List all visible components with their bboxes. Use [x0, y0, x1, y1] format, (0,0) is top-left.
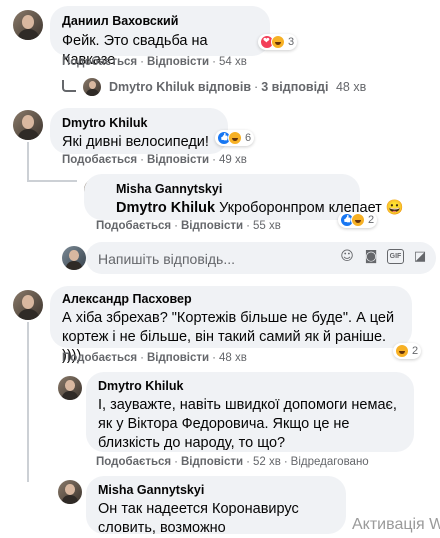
activation-watermark: Активація W — [352, 516, 440, 533]
reply-bubble: Misha Gannytskyi Dmytro Khiluk Укроборон… — [84, 174, 404, 220]
input-icons: ☺ ◙ GIF ◪ — [339, 249, 428, 265]
comment-text: Які дивні велосипеди! — [62, 134, 209, 150]
reaction-summary[interactable]: 2 — [393, 343, 422, 359]
haha-reaction-icon — [351, 213, 365, 227]
reply-action: відповів — [197, 80, 252, 94]
avatar — [62, 246, 86, 270]
reply-placeholder: Напишіть відповідь... — [98, 251, 235, 267]
avatar[interactable] — [58, 376, 82, 400]
reply-author[interactable]: Misha Gannytskyi — [116, 181, 348, 197]
avatar[interactable] — [58, 480, 82, 504]
comment-actions: Подобається · Відповісти · 49 хв — [62, 154, 247, 166]
reply-body: Укроборонпром клепает 😀 — [219, 200, 404, 216]
reply-link[interactable]: Відповісти — [181, 456, 243, 468]
timestamp[interactable]: 54 хв — [219, 56, 247, 68]
gif-icon[interactable]: GIF — [387, 249, 404, 264]
sticker-icon[interactable]: ◪ — [412, 249, 428, 265]
comment-author[interactable]: Александр Пасховер — [62, 291, 400, 307]
reply-link[interactable]: Відповісти — [147, 56, 209, 68]
reaction-count: 6 — [245, 132, 252, 144]
reply-link[interactable]: Відповісти — [147, 154, 209, 166]
avatar — [83, 78, 102, 96]
reply-input[interactable]: Напишіть відповідь... ☺ ◙ GIF ◪ — [86, 242, 436, 274]
reply-bubble: Dmytro Khiluk І, зауважте, навіть швидко… — [86, 372, 414, 452]
thread-line — [27, 180, 77, 182]
reaction-summary[interactable]: 2 — [338, 212, 378, 228]
haha-reaction-icon — [228, 131, 242, 145]
avatar[interactable] — [13, 10, 43, 40]
reply-author: Dmytro Khiluk — [108, 80, 195, 94]
reply-text: Он так надеется Коронавирус словить, воз… — [98, 501, 299, 536]
like-link[interactable]: Подобається — [96, 456, 171, 468]
comment-bubble: Даниил Ваховский Фейк. Это свадьба на Ка… — [50, 6, 270, 68]
thread-line — [27, 322, 29, 482]
like-link[interactable]: Подобається — [62, 154, 137, 166]
comment-actions: Подобається · Відповісти · 48 хв — [62, 352, 247, 364]
timestamp[interactable]: 52 хв — [253, 456, 281, 468]
camera-icon[interactable]: ◙ — [363, 249, 379, 265]
reply-author[interactable]: Dmytro Khiluk — [98, 378, 402, 394]
comment-bubble: Александр Пасховер А хіба збрехав? "Корт… — [50, 286, 412, 364]
view-replies[interactable]: Dmytro Khiluk відповів · 3 відповіді 48 хв — [62, 78, 366, 96]
edited-label[interactable]: Відредаговано — [291, 456, 369, 468]
comment-author[interactable]: Dmytro Khiluk — [62, 115, 216, 131]
reply-link[interactable]: Відповісти — [147, 352, 209, 364]
reply-count: 3 відповіді — [261, 80, 329, 94]
reaction-count: 3 — [288, 36, 295, 48]
avatar[interactable] — [13, 290, 43, 320]
thread-line — [27, 142, 29, 182]
reply-text: Dmytro Khiluk Укроборонпром клепает 😀 — [116, 199, 404, 218]
timestamp: 48 хв — [335, 80, 367, 94]
reaction-summary[interactable]: 3 — [258, 34, 298, 50]
reply-link[interactable]: Відповісти — [181, 220, 243, 232]
timestamp[interactable]: 55 хв — [253, 220, 281, 232]
avatar[interactable] — [13, 110, 43, 140]
reaction-summary[interactable]: 6 — [215, 130, 255, 146]
emoji-icon[interactable]: ☺ — [339, 249, 355, 265]
reply-arrow-icon — [62, 80, 76, 92]
reply-text: І, зауважте, навіть швидкої допомоги нем… — [98, 397, 397, 451]
reaction-count: 2 — [368, 214, 375, 226]
timestamp[interactable]: 48 хв — [219, 352, 247, 364]
mention-link[interactable]: Dmytro Khiluk — [116, 200, 215, 216]
comment-actions: Подобається · Відповісти · 54 хв — [62, 56, 247, 68]
reply-actions: Подобається · Відповісти · 52 хв · Відредагова… — [96, 456, 369, 468]
reply-bubble: Misha Gannytskyi Он так надеется Коронав… — [86, 476, 346, 536]
like-link[interactable]: Подобається — [96, 220, 171, 232]
like-link[interactable]: Подобається — [62, 56, 137, 68]
timestamp[interactable]: 49 хв — [219, 154, 247, 166]
reply-author[interactable]: Misha Gannytskyi — [98, 482, 334, 498]
like-link[interactable]: Подобається — [62, 352, 137, 364]
comment-author[interactable]: Даниил Ваховский — [62, 13, 258, 29]
reaction-count: 2 — [412, 345, 419, 357]
haha-reaction-icon — [271, 35, 285, 49]
haha-reaction-icon — [395, 344, 409, 358]
comment-bubble: Dmytro Khiluk Які дивні велосипеди! — [50, 108, 228, 154]
reply-actions: Подобається · Відповісти · 55 хв — [96, 220, 281, 232]
